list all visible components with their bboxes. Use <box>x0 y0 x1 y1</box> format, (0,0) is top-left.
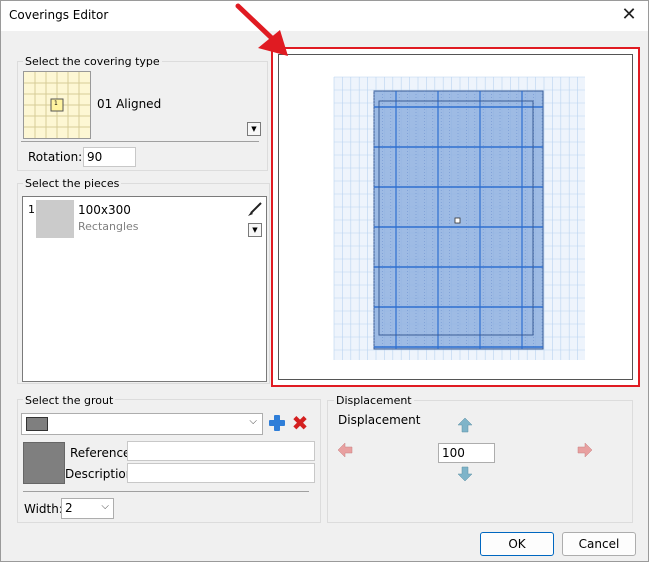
list-item[interactable]: 1 100x300 Rectangles ▼ <box>23 197 266 241</box>
grout-preview-swatch <box>23 442 65 484</box>
description-input[interactable] <box>127 463 315 483</box>
arrow-right-icon[interactable] <box>577 442 593 458</box>
chevron-down-icon: ⌵ <box>249 416 257 427</box>
piece-name: 100x300 <box>78 203 131 217</box>
pieces-list: 1 100x300 Rectangles ▼ <box>22 196 267 382</box>
pieces-group-label: Select the pieces <box>23 177 122 190</box>
ok-button[interactable]: OK <box>480 532 554 556</box>
width-value: 2 <box>65 501 73 515</box>
rotation-value: 90 <box>87 150 103 164</box>
grout-group-label: Select the grout <box>23 394 116 407</box>
covering-preview-panel <box>271 47 640 387</box>
divider <box>21 141 259 142</box>
covering-type-dropdown-icon[interactable]: ▼ <box>247 122 261 136</box>
delete-grout-icon[interactable]: ✖ <box>290 413 310 433</box>
cancel-button[interactable]: Cancel <box>562 532 636 556</box>
covering-preview-canvas[interactable] <box>278 54 633 380</box>
add-grout-icon[interactable] <box>268 414 286 432</box>
piece-dropdown-icon[interactable]: ▼ <box>248 223 262 237</box>
displacement-input[interactable]: 100 <box>438 443 495 463</box>
tiling-preview-graphic <box>333 76 585 360</box>
arrow-up-icon[interactable] <box>457 417 473 433</box>
piece-index: 1 <box>28 203 35 216</box>
grout-color-select[interactable]: ⌵ <box>21 413 263 435</box>
reference-label: Reference <box>70 446 131 460</box>
piece-kind: Rectangles <box>78 220 139 233</box>
brush-icon[interactable] <box>247 201 263 217</box>
displacement-label: Displacement <box>338 413 421 427</box>
arrow-left-icon[interactable] <box>337 442 353 458</box>
reference-input[interactable] <box>127 441 315 461</box>
covering-type-name: 01 Aligned <box>97 97 162 111</box>
rotation-input[interactable]: 90 <box>83 147 136 167</box>
displacement-value: 100 <box>442 446 465 460</box>
chevron-down-icon: ⌵ <box>101 501 109 512</box>
width-select[interactable]: 2 ⌵ <box>61 498 114 519</box>
covering-type-group-label: Select the covering type <box>23 55 162 68</box>
window-title: Coverings Editor <box>9 8 109 22</box>
title-bar: Coverings Editor ✕ <box>1 1 648 31</box>
arrow-down-icon[interactable] <box>457 466 473 482</box>
displacement-group-label: Displacement <box>334 394 414 407</box>
grout-color-swatch <box>26 417 48 431</box>
piece-thumbnail <box>36 200 74 238</box>
covering-type-thumbnail[interactable]: 1 <box>23 71 91 139</box>
annotation-arrow-icon <box>235 3 288 56</box>
close-icon[interactable]: ✕ <box>618 4 640 26</box>
rotation-label: Rotation: <box>28 150 83 164</box>
covering-thumb-label: 1 <box>54 100 58 107</box>
description-label: Description <box>65 467 134 481</box>
width-label: Width: <box>24 502 63 516</box>
divider <box>23 491 309 492</box>
